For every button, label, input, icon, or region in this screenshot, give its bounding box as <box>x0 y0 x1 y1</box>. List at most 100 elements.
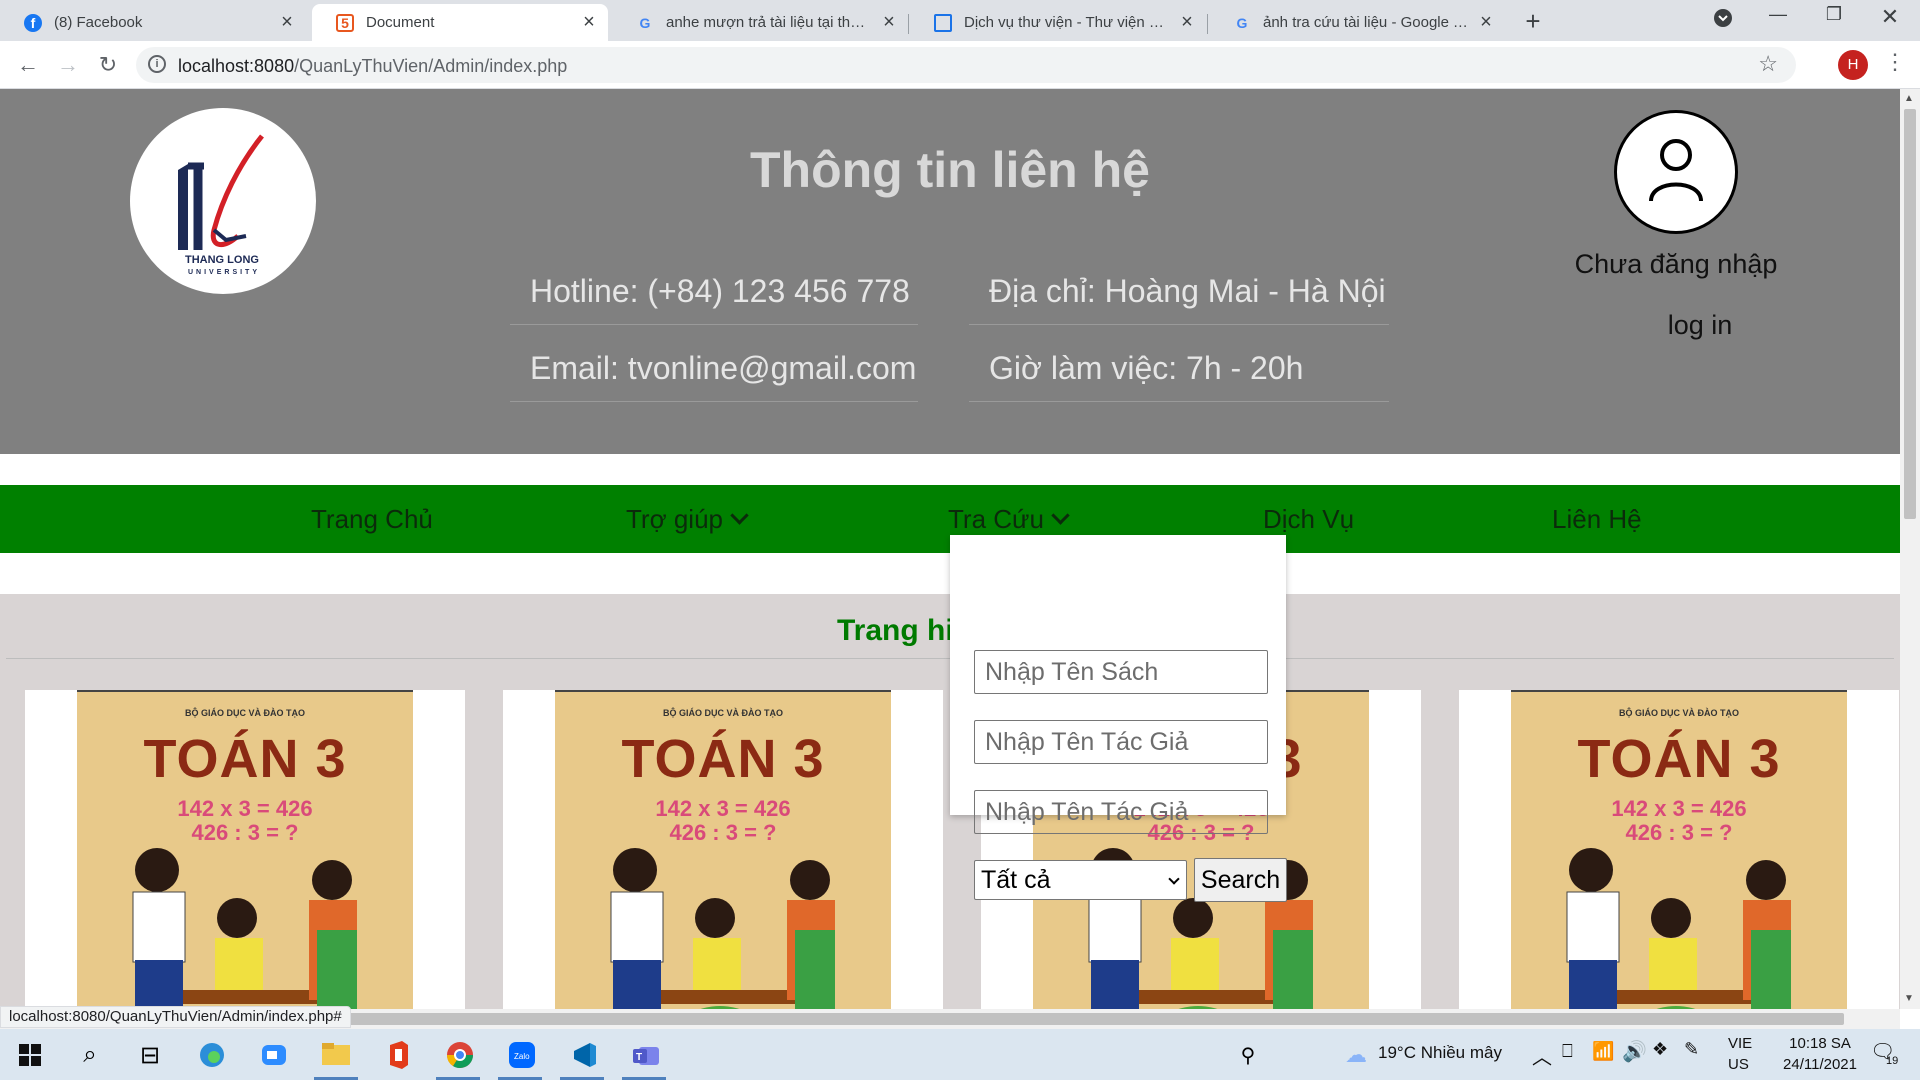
close-icon[interactable]: × <box>278 11 296 34</box>
scroll-down-icon[interactable]: ▼ <box>1904 993 1914 1004</box>
volume-icon[interactable]: 🔊 <box>1622 1039 1647 1064</box>
svg-text:T: T <box>636 1052 642 1063</box>
book-card[interactable]: BỘ GIÁO DỤC VÀ ĐÀO TẠO TOÁN 3 142 x 3 = 42… <box>25 690 465 1009</box>
user-icon <box>1649 139 1703 202</box>
scroll-thumb[interactable] <box>1904 109 1916 519</box>
search-button[interactable]: Search <box>1194 858 1287 902</box>
people-icon[interactable]: ⚲ <box>1230 1037 1266 1073</box>
author-name-input-2[interactable]: Nhập Tên Tác Giả <box>974 790 1268 834</box>
tab-google-search-2[interactable]: G ảnh tra cứu tài liệu - Google Tìm kiếm… <box>1209 4 1505 41</box>
bookmark-star-icon[interactable]: ☆ <box>1758 51 1778 77</box>
book-card[interactable]: BỘ GIÁO DỤC VÀ ĐÀO TẠO TOÁN 3 142 x 3 = 42… <box>503 690 943 1009</box>
tab-label: ảnh tra cứu tài liệu - Google Tìm kiếm <box>1263 14 1469 31</box>
address-bar[interactable]: i localhost:8080/QuanLyThuVien/Admin/ind… <box>136 47 1796 83</box>
window-close-icon[interactable]: ✕ <box>1870 4 1910 30</box>
book-cover-image[interactable]: BỘ GIÁO DỤC VÀ ĐÀO TẠO TOÁN 3 142 x 3 = 42… <box>1511 690 1847 1009</box>
vscode-icon[interactable] <box>566 1037 602 1073</box>
menu-kebab-icon[interactable]: ⋮ <box>1884 49 1906 75</box>
device-icon[interactable]: ⎕ <box>1562 1041 1573 1062</box>
pen-icon[interactable]: ✎ <box>1684 1039 1699 1060</box>
book-title: TOÁN 3 <box>621 729 825 789</box>
task-view-icon[interactable]: ⊟ <box>132 1037 168 1073</box>
dropbox-icon[interactable]: ❖ <box>1652 1039 1668 1060</box>
close-icon[interactable]: × <box>1477 11 1495 34</box>
language-code[interactable]: VIE <box>1728 1035 1752 1052</box>
book-name-input[interactable]: Nhập Tên Sách <box>974 650 1268 694</box>
tab-separator <box>908 14 909 34</box>
url-path: /QuanLyThuVien/Admin/index.php <box>294 56 568 76</box>
reload-icon[interactable]: ↻ <box>94 51 122 79</box>
wifi-icon[interactable]: 📶 <box>1592 1041 1614 1062</box>
site-info-icon[interactable]: i <box>148 55 166 73</box>
nav-lookup-label: Tra Cứu <box>948 504 1044 534</box>
weather-text[interactable]: 19°C Nhiều mây <box>1378 1043 1502 1063</box>
tab-document[interactable]: 5 Document × <box>312 4 608 41</box>
minimize-icon[interactable]: — <box>1758 4 1798 25</box>
cover-border <box>1511 690 1847 692</box>
restore-icon[interactable]: ❐ <box>1814 4 1854 25</box>
children-illustration-icon <box>132 848 357 1009</box>
close-icon[interactable]: × <box>580 11 598 34</box>
link-status-bar: localhost:8080/QuanLyThuVien/Admin/index… <box>0 1006 351 1028</box>
nav-help[interactable]: Trợ giúp <box>626 485 749 553</box>
tab-label: anhe mượn trả tài liệu tại thư viện <box>666 14 872 31</box>
url-host: localhost:8080 <box>178 56 295 76</box>
category-selected: Tất cả <box>981 866 1051 894</box>
zoom-icon[interactable] <box>256 1037 292 1073</box>
teams-icon[interactable]: T <box>628 1037 664 1073</box>
svg-text:Zalo: Zalo <box>514 1052 530 1061</box>
book-cover-image[interactable]: BỘ GIÁO DỤC VÀ ĐÀO TẠO TOÁN 3 142 x 3 = 42… <box>555 690 891 1009</box>
facebook-icon: f <box>24 13 42 32</box>
chevron-down-icon <box>730 506 749 525</box>
back-icon[interactable]: ← <box>14 51 42 79</box>
search-icon[interactable]: ⌕ <box>72 1037 108 1073</box>
login-link[interactable]: log in <box>1634 310 1766 341</box>
office-icon[interactable] <box>380 1037 416 1073</box>
tab-google-search-1[interactable]: G anhe mượn trả tài liệu tại thư viện × <box>612 4 908 41</box>
language-region[interactable]: US <box>1728 1056 1749 1073</box>
tab-library-service[interactable]: Dịch vụ thư viện - Thư viện Sư phạm × <box>910 4 1206 41</box>
tab-search-icon[interactable] <box>1703 8 1743 33</box>
clock-date[interactable]: 24/11/2021 <box>1772 1056 1868 1073</box>
file-explorer-icon[interactable] <box>318 1037 354 1073</box>
category-select[interactable]: Tất cả <box>974 860 1187 900</box>
tab-facebook[interactable]: f (8) Facebook × <box>0 4 306 41</box>
book-equation-1: 142 x 3 = 426 <box>655 796 791 821</box>
chrome-icon[interactable] <box>442 1037 478 1073</box>
google-icon: G <box>639 14 651 31</box>
profile-avatar[interactable]: H <box>1838 50 1868 80</box>
scroll-up-icon[interactable]: ▲ <box>1904 93 1914 104</box>
clock-time[interactable]: 10:18 SA <box>1780 1035 1860 1052</box>
user-avatar[interactable] <box>1614 110 1738 234</box>
children-illustration-icon <box>610 848 835 1009</box>
book-equation-1: 142 x 3 = 426 <box>177 796 313 821</box>
close-icon[interactable]: × <box>880 11 898 34</box>
url-text[interactable]: localhost:8080/QuanLyThuVien/Admin/index… <box>178 56 567 77</box>
scroll-thumb[interactable] <box>344 1013 1844 1025</box>
university-logo[interactable]: THANG LONG UNIVERSITY <box>130 108 316 294</box>
library-icon <box>934 13 952 32</box>
book-card[interactable]: BỘ GIÁO DỤC VÀ ĐÀO TẠO TOÁN 3 142 x 3 = 42… <box>1459 690 1899 1009</box>
tab-label: Dịch vụ thư viện - Thư viện Sư phạm <box>964 14 1170 31</box>
windows-start-icon[interactable] <box>12 1037 48 1073</box>
nav-contact[interactable]: Liên Hệ <box>1552 485 1642 553</box>
book-cover-image[interactable]: BỘ GIÁO DỤC VÀ ĐÀO TẠO TOÁN 3 142 x 3 = 42… <box>77 690 413 1009</box>
nav-home[interactable]: Trang Chủ <box>311 485 433 553</box>
notification-count: 19 <box>1886 1055 1899 1067</box>
chevron-up-icon[interactable]: ︿ <box>1532 1041 1552 1070</box>
close-icon[interactable]: × <box>1178 11 1196 34</box>
cover-border <box>555 690 891 692</box>
forward-icon[interactable]: → <box>54 51 82 79</box>
tab-label: Document <box>366 14 435 31</box>
windows-taskbar: ⌕ ⊟ Zalo T ⚲ ☁ 19°C Nhiều mây ︿ ⎕ 📶 🔊 ❖ … <box>0 1029 1920 1080</box>
new-tab-button[interactable]: + <box>1518 6 1548 36</box>
zalo-icon[interactable]: Zalo <box>504 1037 540 1073</box>
author-name-input[interactable]: Nhập Tên Tác Giả <box>974 720 1268 764</box>
vertical-scrollbar[interactable]: ▲ ▼ <box>1900 89 1920 1009</box>
chevron-down-icon <box>1051 506 1070 525</box>
document-icon: 5 <box>336 13 354 32</box>
edge-icon[interactable] <box>194 1037 230 1073</box>
book-publisher: BỘ GIÁO DỤC VÀ ĐÀO TẠO <box>184 708 305 718</box>
cloud-weather-icon[interactable]: ☁ <box>1338 1037 1374 1073</box>
tab-label: (8) Facebook <box>54 14 143 31</box>
